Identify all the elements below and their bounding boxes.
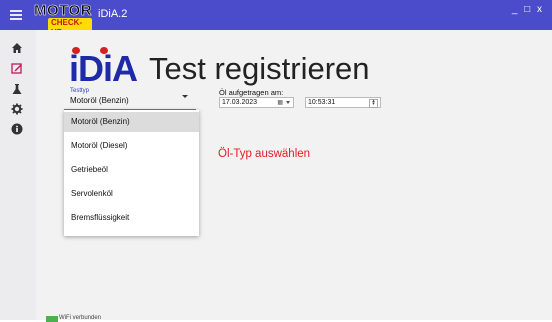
status-bar: WiFi verbunden	[44, 312, 244, 322]
dropdown-option[interactable]: Motoröl (Benzin)	[64, 112, 199, 132]
time-spinner[interactable]: ▴ ▾	[369, 99, 378, 108]
menu-icon[interactable]	[10, 10, 22, 20]
oil-date-label: Öl aufgetragen am:	[219, 88, 284, 97]
flask-icon	[12, 84, 22, 94]
idia-brand: iDiA	[69, 47, 138, 89]
chevron-down-icon	[182, 95, 188, 98]
window-controls[interactable]: _ □ x	[512, 4, 544, 15]
test-type-select[interactable]: Testtyp Motoröl (Benzin)	[64, 87, 196, 110]
test-type-value: Motoröl (Benzin)	[70, 96, 129, 105]
sidebar-item-register[interactable]	[7, 59, 27, 77]
date-value: 17.03.2023	[222, 99, 258, 106]
title-bar: MOTOR CHECK-UP iDiA.2 _ □ x	[0, 0, 552, 38]
time-value: 10:53:31	[308, 99, 336, 106]
edit-icon	[11, 63, 22, 74]
chevron-down-icon	[286, 101, 290, 104]
dropdown-option[interactable]: Getriebeöl	[64, 160, 199, 180]
select-oil-hint: Öl-Typ auswählen	[218, 148, 311, 160]
app-title: iDiA.2	[98, 8, 128, 20]
time-input[interactable]: 10:53:31 ▴ ▾	[305, 97, 381, 108]
calendar-icon[interactable]: ▦	[277, 99, 283, 108]
main-content: iDiA Test registrieren Testtyp Motoröl (…	[36, 30, 552, 320]
sidebar-item-info[interactable]	[7, 120, 27, 138]
wifi-status-icon	[46, 316, 58, 322]
gear-icon	[11, 103, 23, 115]
test-type-dropdown: Motoröl (Benzin) Motoröl (Diesel) Getrie…	[64, 110, 199, 236]
home-icon	[12, 43, 22, 53]
dropdown-option[interactable]: Motoröl (Diesel)	[64, 136, 199, 156]
date-input[interactable]: 17.03.2023 ▦	[219, 97, 294, 108]
sidebar	[0, 30, 36, 320]
dropdown-option[interactable]: Bremsflüssigkeit	[64, 208, 199, 228]
page-heading: iDiA Test registrieren	[69, 46, 370, 92]
sidebar-item-home[interactable]	[7, 39, 27, 57]
motor-checkup-logo: MOTOR CHECK-UP	[34, 2, 92, 38]
sidebar-item-settings[interactable]	[7, 100, 27, 118]
page-title: Test registrieren	[149, 51, 370, 86]
info-icon	[11, 123, 23, 135]
dropdown-option[interactable]: Servolenköl	[64, 184, 199, 204]
status-text: WiFi verbunden	[59, 315, 102, 321]
sidebar-item-tests[interactable]	[7, 80, 27, 98]
test-type-label: Testtyp	[70, 88, 90, 94]
